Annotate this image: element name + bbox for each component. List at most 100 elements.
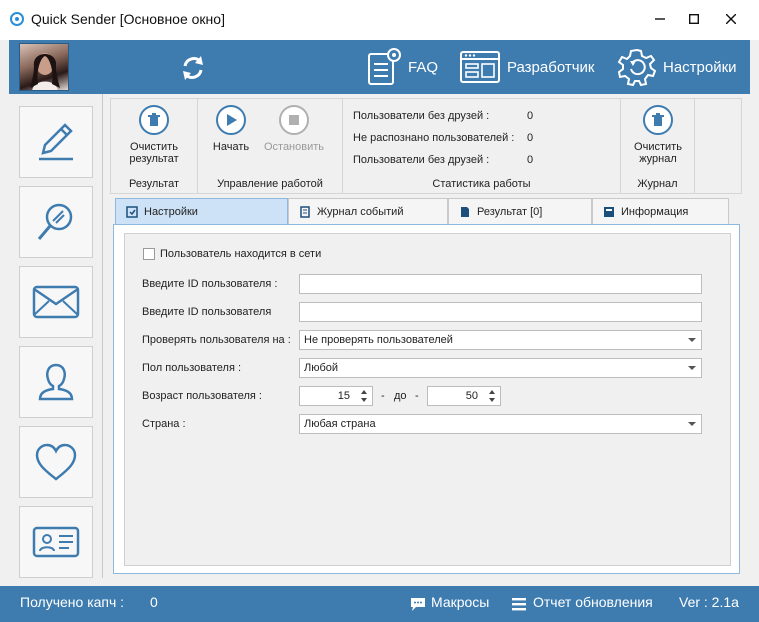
developer-button[interactable]: Разработчик (459, 48, 594, 86)
tab-event-log[interactable]: Журнал событий (288, 198, 448, 224)
stat-row: Не распознано пользователей : 0 (353, 132, 533, 144)
result-group-label: Результат (128, 178, 180, 190)
user-id-label-2: Введите ID пользователя (142, 306, 272, 318)
spin-up-icon[interactable] (358, 388, 370, 396)
sidebar (9, 94, 103, 578)
chevron-down-icon (688, 366, 696, 370)
maximize-button[interactable] (679, 8, 709, 30)
faq-button[interactable]: FAQ (366, 48, 438, 86)
ribbon-group-control: Начать Остановить Управление работой (198, 99, 343, 193)
check-label: Проверять пользователя на : (142, 334, 291, 346)
age-to-stepper[interactable]: 50 (427, 386, 501, 406)
window-title: Quick Sender [Основное окно] (31, 11, 225, 27)
sidebar-item-profile-card[interactable] (19, 506, 93, 578)
stat-value: 0 (527, 154, 534, 166)
title-bar: Quick Sender [Основное окно] (0, 0, 759, 40)
envelope-icon (32, 285, 80, 319)
gender-select-value: Любой (304, 362, 339, 374)
clear-result-button[interactable]: Очистить результат (119, 105, 189, 165)
online-checkbox[interactable]: Пользователь находится в сети (143, 248, 321, 260)
sidebar-item-search[interactable] (19, 186, 93, 258)
refresh-icon[interactable] (177, 52, 209, 84)
developer-label: Разработчик (507, 58, 595, 76)
avatar[interactable] (19, 43, 69, 91)
search-icon (37, 203, 73, 240)
gender-select[interactable]: Любой (299, 358, 702, 378)
top-toolbar: FAQ Разработчик Настройки (9, 40, 750, 94)
log-icon (300, 205, 310, 218)
age-from-stepper[interactable]: 15 (299, 386, 373, 406)
ribbon-group-result: Очистить результат Результат (111, 99, 198, 193)
stat-label: Не распознано пользователей : (353, 132, 515, 144)
document-icon (461, 206, 469, 217)
minimize-icon (655, 18, 665, 20)
age-from-value: 15 (337, 390, 350, 402)
developer-window-icon (460, 51, 500, 83)
start-button[interactable]: Начать (208, 105, 254, 153)
stats-group-label: Статистика работы (432, 178, 531, 190)
settings-button[interactable]: Настройки (617, 48, 737, 87)
trash-icon (652, 113, 664, 126)
sidebar-item-messages[interactable] (19, 266, 93, 338)
spin-down-icon[interactable] (486, 396, 498, 404)
macros-link[interactable]: Макросы (431, 594, 489, 610)
check-select[interactable]: Не проверять пользователей (299, 330, 702, 350)
user-photo (30, 53, 60, 90)
chevron-down-icon (688, 422, 696, 426)
journal-group-label: Журнал (637, 178, 678, 190)
sidebar-item-users[interactable] (19, 346, 93, 418)
tab-label: Результат [0] (477, 205, 543, 218)
age-to-label: до (394, 390, 407, 402)
user-id-label-1: Введите ID пользователя : (142, 278, 278, 290)
tab-label: Настройки (144, 205, 198, 218)
pencil-icon (39, 123, 73, 161)
chat-bubble-icon (411, 598, 425, 611)
check-select-value: Не проверять пользователей (304, 334, 453, 346)
status-bar: Получено капч : 0 Макросы Отчет обновлен… (0, 586, 759, 622)
tab-settings[interactable]: Настройки (115, 198, 288, 224)
user-icon (38, 363, 74, 401)
country-select[interactable]: Любая страна (299, 414, 702, 434)
tab-strip: Настройки Журнал событий Результат [0] И… (115, 198, 739, 224)
online-checkbox-label: Пользователь находится в сети (160, 248, 322, 260)
country-select-value: Любая страна (304, 418, 376, 430)
close-icon (726, 14, 736, 24)
stop-label: Остановить (263, 141, 325, 153)
ribbon: Очистить результат Результат Начать Оста… (110, 98, 742, 194)
gender-label: Пол пользователя : (142, 362, 242, 374)
close-button[interactable] (716, 8, 746, 30)
chevron-down-icon (688, 338, 696, 342)
app-logo-icon (10, 12, 24, 26)
stop-button[interactable]: Остановить (262, 105, 326, 153)
captcha-value: 0 (150, 594, 158, 610)
tab-label: Информация (621, 205, 689, 218)
id-card-icon (32, 526, 80, 558)
tab-result[interactable]: Результат [0] (448, 198, 592, 224)
age-dash-1: - (381, 390, 385, 402)
user-id-input-1[interactable] (299, 274, 702, 294)
minimize-button[interactable] (645, 8, 675, 30)
list-icon (512, 598, 526, 611)
clear-journal-label-1: Очистить (634, 141, 682, 153)
clear-result-label-1: Очистить (130, 141, 178, 153)
checkbox-box[interactable] (143, 248, 155, 260)
sidebar-item-likes[interactable] (19, 426, 93, 498)
clear-journal-label-2: журнал (639, 153, 677, 165)
faq-label: FAQ (408, 58, 439, 76)
version-label: Ver : 2.1a (679, 594, 739, 610)
age-to-value: 50 (465, 390, 478, 402)
user-id-input-2[interactable] (299, 302, 702, 322)
start-label: Начать (212, 141, 250, 153)
country-label: Страна : (142, 418, 186, 430)
clear-journal-button[interactable]: Очистить журнал (623, 105, 693, 165)
main-area: Очистить результат Результат Начать Оста… (103, 94, 750, 578)
age-label: Возраст пользователя : (142, 390, 262, 402)
sidebar-item-write[interactable] (19, 106, 93, 178)
maximize-icon (689, 14, 699, 24)
spin-up-icon[interactable] (486, 388, 498, 396)
stat-label: Пользователи без друзей : (353, 110, 490, 122)
tab-information[interactable]: Информация (592, 198, 729, 224)
update-report-link[interactable]: Отчет обновления (533, 594, 653, 610)
stat-row: Пользователи без друзей : 0 (353, 154, 533, 166)
spin-down-icon[interactable] (358, 396, 370, 404)
